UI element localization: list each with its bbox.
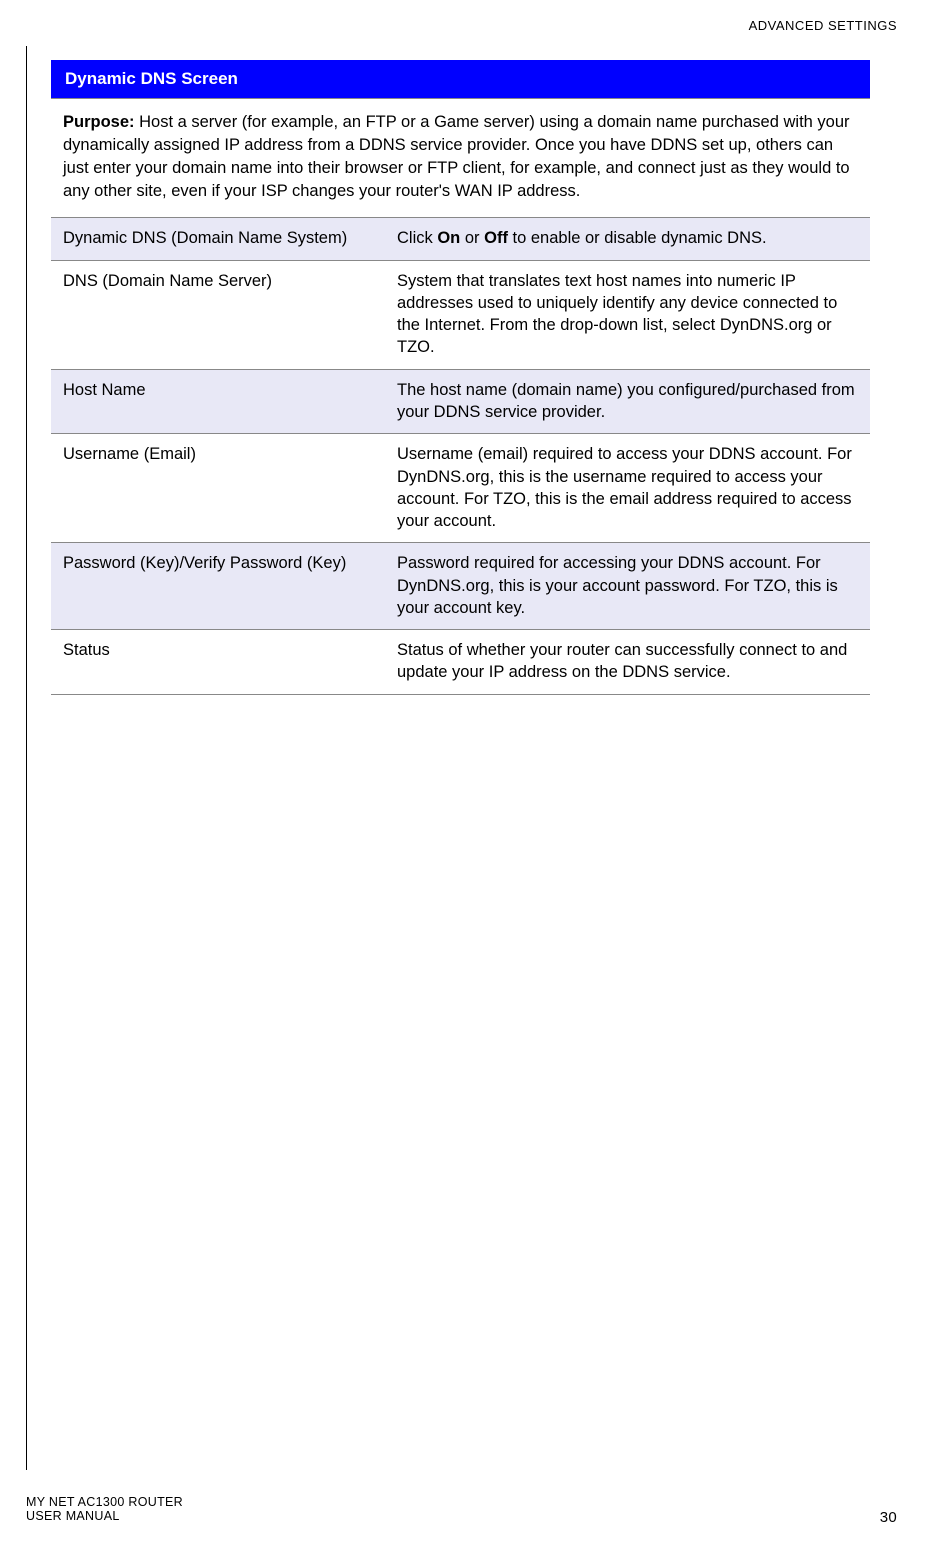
page-number: 30 <box>880 1509 897 1526</box>
header-section: ADVANCED SETTINGS <box>749 18 897 33</box>
content-frame: Dynamic DNS Screen Purpose: Host a serve… <box>26 46 870 1470</box>
purpose-text: Host a server (for example, an FTP or a … <box>63 113 850 200</box>
param-name: DNS (Domain Name Server) <box>51 260 385 369</box>
purpose-row: Purpose: Host a server (for example, an … <box>51 98 870 217</box>
param-name: Dynamic DNS (Domain Name System) <box>51 218 385 260</box>
param-name: Password (Key)/Verify Password (Key) <box>51 543 385 630</box>
table-row: Dynamic DNS (Domain Name System) Click O… <box>51 218 870 260</box>
table-row: DNS (Domain Name Server) System that tra… <box>51 260 870 369</box>
param-desc: Password required for accessing your DDN… <box>385 543 870 630</box>
table-row: Username (Email) Username (email) requir… <box>51 434 870 543</box>
table-row: Status Status of whether your router can… <box>51 630 870 695</box>
param-desc: The host name (domain name) you configur… <box>385 369 870 434</box>
footer: MY NET AC1300 ROUTER USER MANUAL 30 <box>26 1495 897 1526</box>
screen-title: Dynamic DNS Screen <box>51 60 870 98</box>
footer-line2: USER MANUAL <box>26 1509 120 1523</box>
parameters-table: Dynamic DNS (Domain Name System) Click O… <box>51 217 870 694</box>
purpose-label: Purpose: <box>63 113 135 131</box>
param-name: Host Name <box>51 369 385 434</box>
param-desc: Click On or Off to enable or disable dyn… <box>385 218 870 260</box>
table-row: Host Name The host name (domain name) yo… <box>51 369 870 434</box>
param-desc: Username (email) required to access your… <box>385 434 870 543</box>
footer-line1: MY NET AC1300 ROUTER <box>26 1495 183 1509</box>
table-row: Password (Key)/Verify Password (Key) Pas… <box>51 543 870 630</box>
param-name: Status <box>51 630 385 695</box>
param-name: Username (Email) <box>51 434 385 543</box>
param-desc: Status of whether your router can succes… <box>385 630 870 695</box>
param-desc: System that translates text host names i… <box>385 260 870 369</box>
